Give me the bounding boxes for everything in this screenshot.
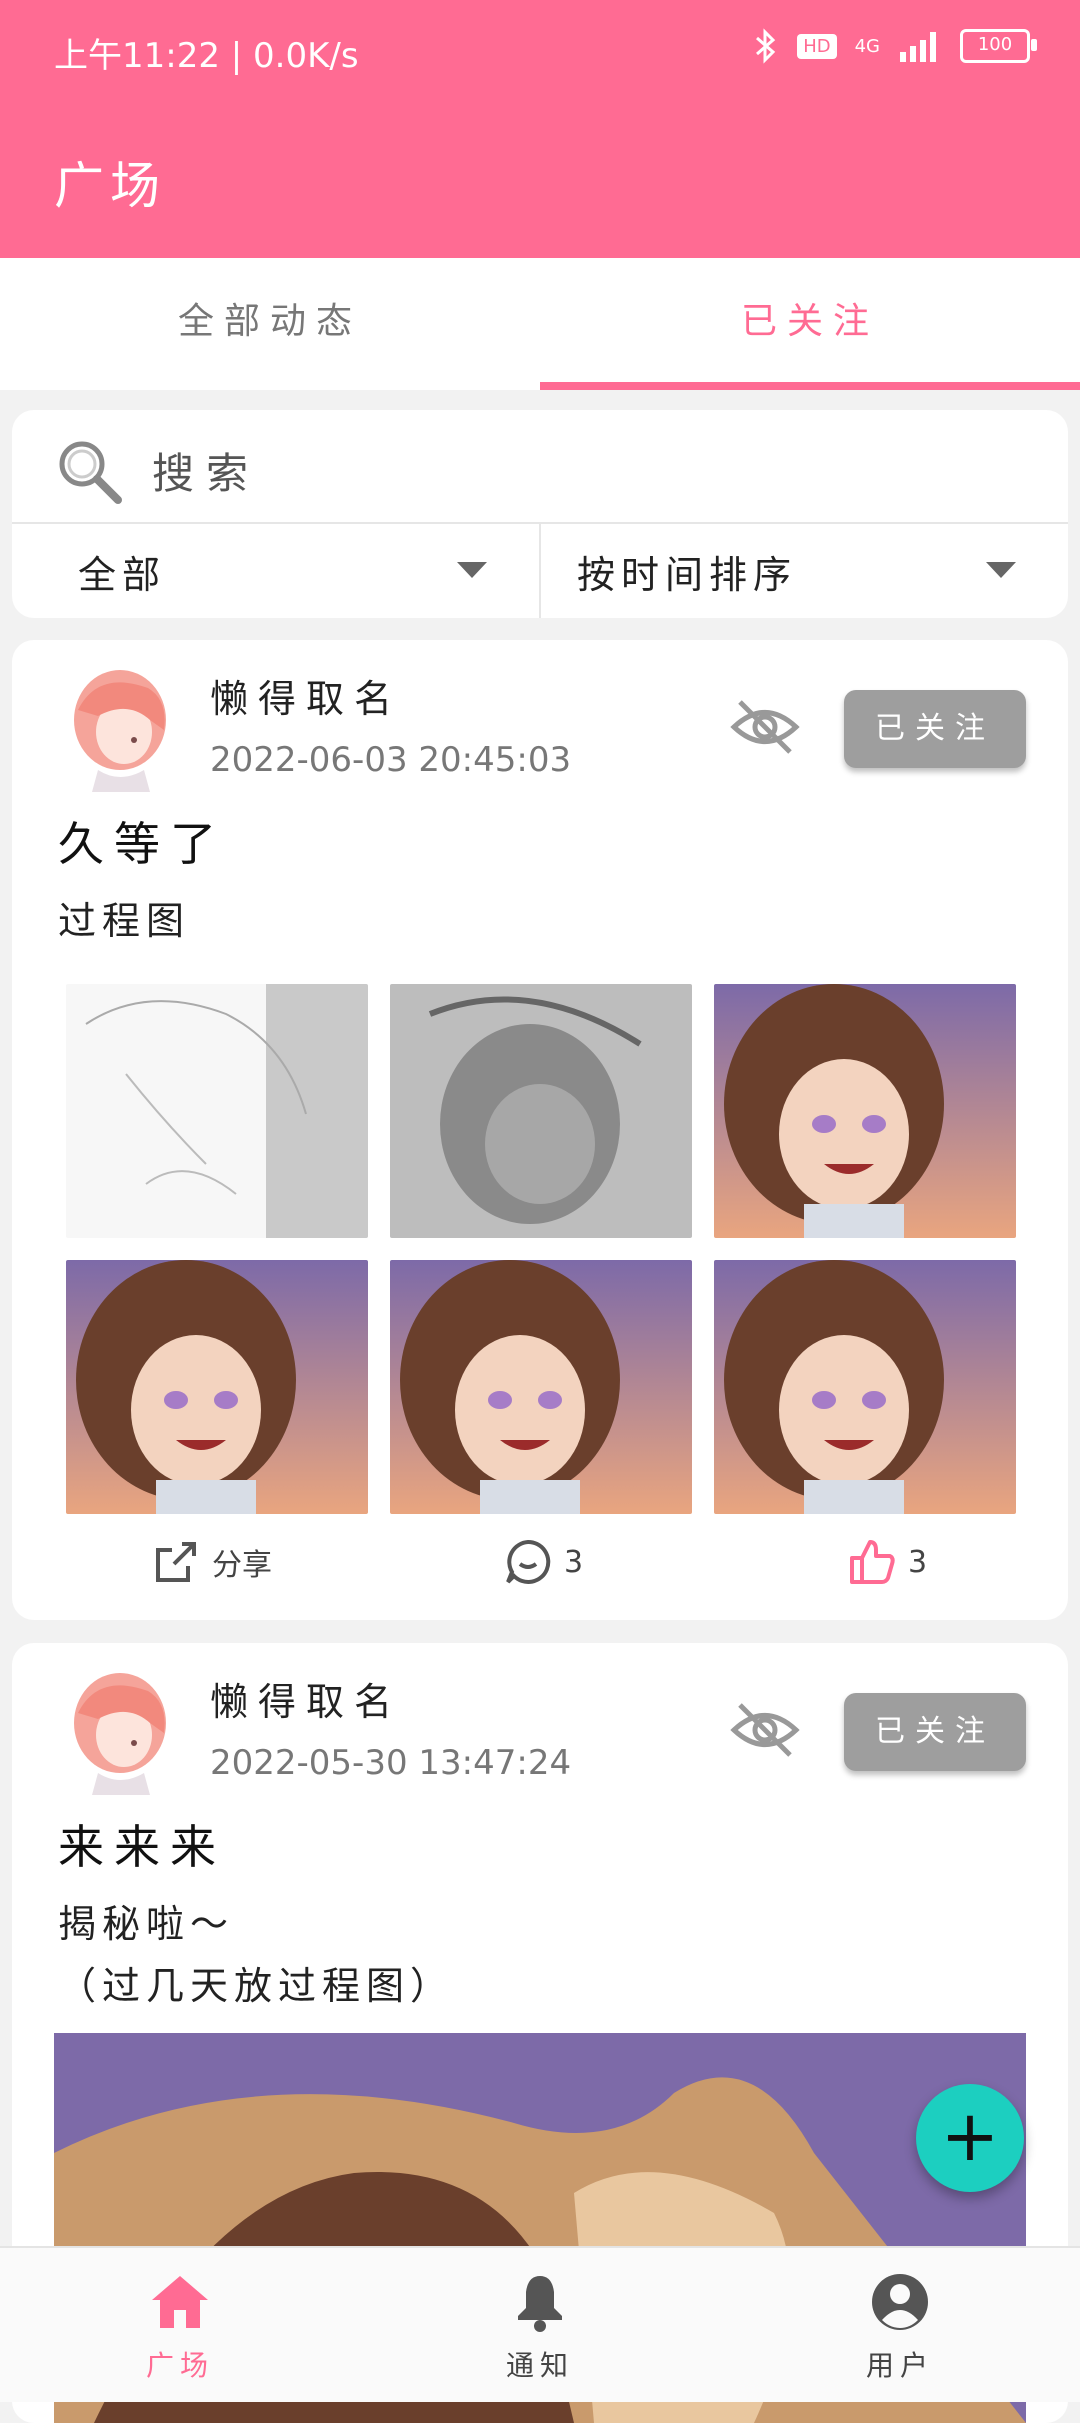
sort-dropdown-value: 按时间排序 xyxy=(577,553,798,597)
tab-following[interactable]: 已关注 xyxy=(540,258,1080,390)
following-button[interactable]: 已关注 xyxy=(844,1693,1026,1771)
search-input[interactable]: 搜索 xyxy=(12,410,1068,524)
post-body-line: （过几天放过程图） xyxy=(58,1964,455,2008)
sort-dropdown[interactable]: 按时间排序 xyxy=(539,524,1068,618)
app-bar: 广场 xyxy=(0,100,1080,258)
tab-all-posts[interactable]: 全部动态 xyxy=(0,258,540,390)
nav-label: 用户 xyxy=(865,2349,934,2382)
tab-bar: 全部动态 已关注 xyxy=(0,258,1080,390)
post-actions: 分享 3 3 xyxy=(12,1538,1068,1618)
status-icons: HD 4G 100 xyxy=(753,28,1037,64)
post-image-color[interactable] xyxy=(714,984,1016,1238)
status-time: 上午11:22 | 0.0K/s xyxy=(54,36,359,76)
chevron-down-icon xyxy=(457,562,487,578)
like-button[interactable]: 3 xyxy=(848,1538,927,1586)
thumbs-up-icon xyxy=(850,1540,895,1584)
search-card: 搜索 全部 按时间排序 xyxy=(12,410,1068,618)
plus-icon: + xyxy=(940,2095,1000,2177)
post-body: 揭秘啦～ （过几天放过程图） xyxy=(58,1893,454,2017)
bluetooth-icon xyxy=(756,28,776,64)
bottom-nav: 广场 通知 用户 xyxy=(0,2246,1080,2402)
nav-item-plaza[interactable]: 广场 xyxy=(0,2248,360,2402)
home-icon xyxy=(152,2276,208,2328)
nav-label: 通知 xyxy=(505,2349,574,2382)
avatar[interactable] xyxy=(58,1663,182,1795)
network-label: 4G xyxy=(854,35,880,57)
chevron-down-icon xyxy=(986,562,1016,578)
post-title: 久等了 xyxy=(58,817,226,871)
comment-icon xyxy=(506,1539,551,1584)
battery-icon: 100 xyxy=(960,29,1037,63)
share-button[interactable]: 分享 xyxy=(152,1538,272,1586)
user-name[interactable]: 懒得取名 xyxy=(210,1671,402,1726)
hd-badge: HD xyxy=(797,33,837,59)
post-image-lineart[interactable] xyxy=(66,984,368,1238)
post-timestamp: 2022-05-30 13:47:24 xyxy=(210,1743,572,1783)
user-icon xyxy=(872,2274,928,2330)
category-dropdown-value: 全部 xyxy=(78,553,167,597)
following-button[interactable]: 已关注 xyxy=(844,690,1026,768)
like-count: 3 xyxy=(908,1544,928,1580)
post-body-line: 揭秘啦～ xyxy=(58,1902,235,1946)
search-placeholder: 搜索 xyxy=(152,449,261,498)
post-image-color[interactable] xyxy=(390,1260,692,1514)
post-body: 过程图 xyxy=(58,899,191,943)
add-post-button[interactable]: + xyxy=(916,2084,1024,2192)
post-image-grayscale[interactable] xyxy=(390,984,692,1238)
post-timestamp: 2022-06-03 20:45:03 xyxy=(210,740,572,780)
filter-row: 全部 按时间排序 xyxy=(12,524,1068,618)
signal-icon xyxy=(900,32,936,62)
post-image-color[interactable] xyxy=(714,1260,1016,1514)
share-label: 分享 xyxy=(212,1548,272,1583)
battery-level: 100 xyxy=(977,34,1013,55)
avatar[interactable] xyxy=(58,660,182,792)
share-icon xyxy=(156,1542,196,1582)
post-image-color[interactable] xyxy=(66,1260,368,1514)
eye-off-icon[interactable] xyxy=(730,1699,800,1761)
nav-item-user[interactable]: 用户 xyxy=(720,2248,1080,2402)
nav-item-notifications[interactable]: 通知 xyxy=(360,2248,720,2402)
bell-icon xyxy=(518,2276,562,2332)
comment-button[interactable]: 3 xyxy=(504,1538,583,1586)
post-title: 来来来 xyxy=(58,1820,226,1874)
nav-label: 广场 xyxy=(145,2349,214,2382)
post-card[interactable]: 懒得取名 2022-06-03 20:45:03 已关注 久等了 过程图 分享 … xyxy=(12,640,1068,1620)
search-icon xyxy=(59,441,122,504)
page-title: 广场 xyxy=(54,157,166,215)
user-name[interactable]: 懒得取名 xyxy=(210,668,402,723)
eye-off-icon[interactable] xyxy=(730,696,800,758)
category-dropdown[interactable]: 全部 xyxy=(12,524,539,618)
status-bar: 上午11:22 | 0.0K/s HD 4G 100 xyxy=(0,0,1080,100)
comment-count: 3 xyxy=(564,1544,584,1580)
